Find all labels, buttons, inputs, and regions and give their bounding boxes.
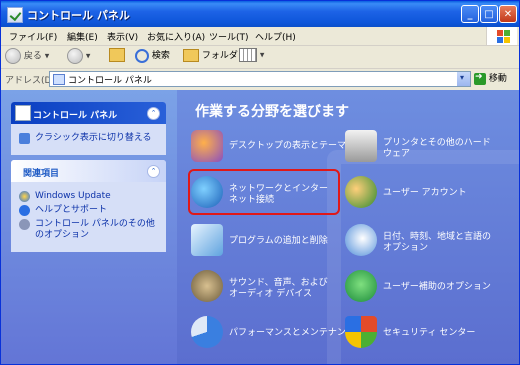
category-label: ユーザー アカウント [383,188,467,198]
go-label: 移動 [488,74,507,84]
category-label: パフォーマンスとメンテナンス [229,328,355,338]
category-label: デスクトップの表示とテーマ [229,141,347,151]
task-box-title: コントロール パネル [33,111,118,121]
up-folder-button[interactable] [109,48,125,66]
category-label: ユーザー補助のオプション [383,282,491,292]
back-button[interactable]: 戻る ▾ [5,48,49,66]
menu-view[interactable]: 表示(V) [107,30,138,43]
chevron-down-icon: ▾ [460,73,465,82]
address-label: アドレス(D) [5,76,55,86]
switch-classic-view-link[interactable]: クラシック表示に切り替える [19,133,158,144]
menu-bar: ファイル(F) 編集(E) 表示(V) お気に入り(A) ツール(T) ヘルプ(… [1,27,519,46]
folders-icon [183,49,199,62]
menu-edit[interactable]: 編集(E) [67,30,98,43]
user-accounts-icon [345,176,377,208]
speaker-icon [191,270,223,302]
minimize-button[interactable]: _ [461,5,479,23]
back-label: 戻る [23,51,42,62]
help-support-label: ヘルプとサポート [35,205,108,215]
category-label: サウンド、音声、およびオーディオ デバイス [229,278,328,299]
close-button[interactable]: ✕ [499,5,517,23]
category-label: 日付、時刻、地域と言語のオプション [383,232,492,253]
search-label: 検索 [151,51,170,61]
other-options-label: コントロール パネルのその他のオプション [35,219,155,240]
collapse-icon[interactable]: ⌃ [147,165,160,178]
classic-view-icon [19,133,30,144]
toolbar: 戻る ▾ ▾ 検索 フォルダ ▾ [1,46,519,69]
back-arrow-icon [5,48,21,64]
other-options-link[interactable]: コントロール パネルのその他のオプション [19,219,158,241]
menu-favorites[interactable]: お気に入り(A) [147,30,205,43]
search-button[interactable]: 検索 [135,48,170,66]
go-button[interactable]: 移動 [474,71,518,86]
switch-classic-view-label: クラシック表示に切り替える [35,133,152,143]
category-label: プログラムの追加と削除 [229,236,328,246]
title-bar[interactable]: コントロール パネル _ □ ✕ [1,1,519,27]
address-dropdown[interactable]: ▾ [457,72,470,86]
window-title: コントロール パネル [27,9,130,22]
menu-tools[interactable]: ツール(T) [209,30,249,43]
control-panel-task-box: コントロール パネル ⌃ クラシック表示に切り替える [11,102,166,155]
forward-button[interactable]: ▾ [67,48,90,66]
left-task-pane: コントロール パネル ⌃ クラシック表示に切り替える 関連項目 ⌃ Window… [1,90,177,364]
printer-icon [345,130,377,162]
category-label: プリンタとその他のハードウェア [383,138,491,159]
category-view: 作業する分野を選びます デスクトップの表示とテーマ プリンタとその他のハードウェ… [177,90,519,364]
help-icon [19,205,30,216]
maximize-button[interactable]: □ [480,5,498,23]
desktop-theme-icon [191,130,223,162]
collapse-icon[interactable]: ⌃ [147,107,160,120]
date-time-icon [345,224,377,256]
see-also-task-box: 関連項目 ⌃ Windows Update ヘルプとサポート コントロール パネ… [11,160,166,252]
control-panel-window: コントロール パネル _ □ ✕ ファイル(F) 編集(E) 表示(V) お気に… [0,0,520,365]
windows-update-icon [19,191,30,202]
address-bar: アドレス(D) コントロール パネル ▾ 移動 [1,69,519,89]
help-support-link[interactable]: ヘルプとサポート [19,205,158,216]
gear-icon [19,219,30,230]
folders-button[interactable]: フォルダ [183,48,238,66]
windows-update-label: Windows Update [35,191,111,201]
views-button[interactable]: ▾ [239,48,264,66]
task-box-header[interactable]: コントロール パネル ⌃ [11,102,166,124]
highlight-box [188,169,340,215]
control-panel-icon [15,105,31,121]
windows-update-link[interactable]: Windows Update [19,191,158,202]
security-shield-icon [345,316,377,348]
add-remove-programs-icon [191,224,223,256]
forward-arrow-icon [67,48,83,64]
control-panel-small-icon [53,74,65,85]
windows-logo-icon [486,27,517,45]
views-icon [239,48,257,62]
category-label: セキュリティ センター [383,328,476,338]
pick-category-title: 作業する分野を選びます [195,104,349,120]
accessibility-icon [345,270,377,302]
up-folder-icon [109,48,125,62]
folders-label: フォルダ [201,51,238,61]
menu-help[interactable]: ヘルプ(H) [255,30,296,43]
see-also-header[interactable]: 関連項目 ⌃ [11,160,166,182]
control-panel-icon [7,7,23,23]
address-value: コントロール パネル [68,76,152,86]
performance-icon [191,316,223,348]
search-icon [135,48,149,63]
go-arrow-icon [474,72,486,85]
menu-file[interactable]: ファイル(F) [9,30,57,43]
see-also-title: 関連項目 [23,169,60,179]
address-field[interactable]: コントロール パネル ▾ [49,71,471,87]
